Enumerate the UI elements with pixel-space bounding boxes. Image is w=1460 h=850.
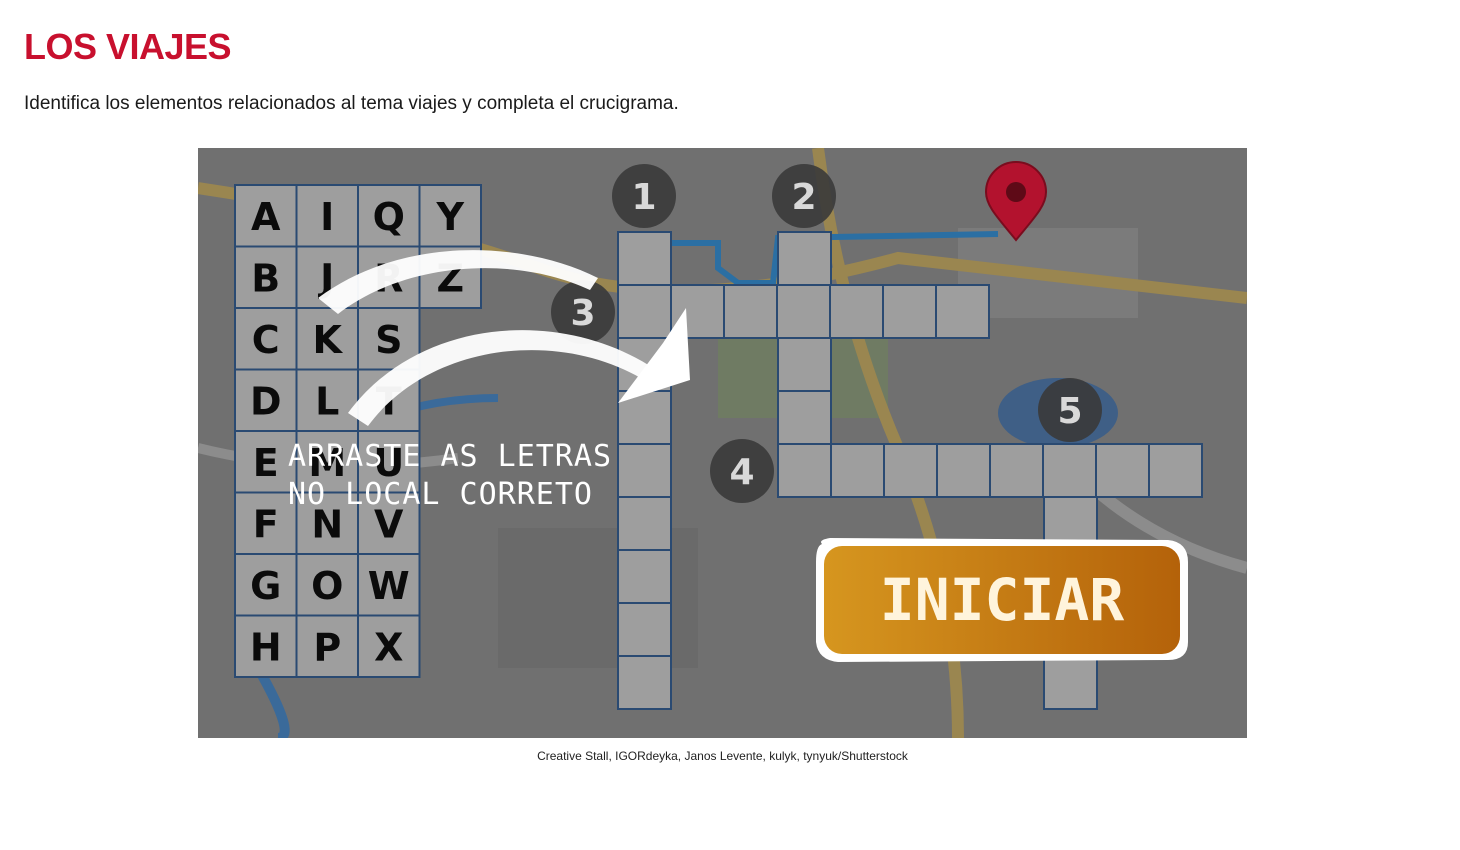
letter-tile[interactable]: Y [418, 184, 482, 248]
page-title: LOS VIAJES [24, 26, 232, 67]
crossword-cell[interactable] [617, 231, 672, 286]
crossword-cell[interactable] [617, 496, 672, 551]
hint-text-line2: NO LOCAL CORRETO [288, 477, 593, 512]
crossword-cell[interactable] [1148, 443, 1203, 498]
crossword-cell[interactable] [777, 443, 832, 498]
crossword-cell[interactable] [935, 284, 990, 339]
letter-tile[interactable]: H [234, 614, 298, 678]
crossword-cell[interactable] [1095, 443, 1150, 498]
letter-tile[interactable]: D [234, 368, 298, 432]
letter-tile-label: X [374, 625, 403, 669]
crossword-cell[interactable] [776, 284, 831, 339]
letter-tile-label: S [375, 318, 402, 362]
hint-text-line1: ARRASTE AS LETRAS [288, 439, 612, 474]
crossword-cell[interactable] [989, 443, 1044, 498]
letter-tile-label: D [250, 379, 282, 423]
letter-tile[interactable]: I [295, 184, 359, 248]
letter-tile-label: Q [373, 195, 405, 239]
clue-number-label: 1 [631, 177, 656, 218]
instruction-text: Identifica los elementos relacionados al… [24, 93, 679, 114]
crossword-cell[interactable] [617, 549, 672, 604]
letter-tile[interactable]: B [234, 245, 298, 309]
crossword-cell[interactable] [777, 231, 832, 286]
clue-number-label: 5 [1057, 391, 1082, 432]
clue-number-5: 5 [1038, 378, 1102, 442]
crossword-cell[interactable] [723, 284, 778, 339]
letter-tile[interactable]: L [295, 368, 359, 432]
crossword-cell[interactable] [883, 443, 938, 498]
crossword-cell[interactable] [777, 390, 832, 445]
letter-tile[interactable]: C [234, 307, 298, 371]
letter-tile[interactable]: X [357, 614, 421, 678]
clue-number-2: 2 [772, 164, 836, 228]
crossword-cell[interactable] [617, 602, 672, 657]
letter-tile-label: I [320, 195, 334, 239]
letter-tile-label: A [251, 195, 281, 239]
letter-tile[interactable]: W [357, 553, 421, 617]
letter-tile[interactable]: K [295, 307, 359, 371]
letter-tile-label: K [313, 318, 344, 362]
clue-number-label: 2 [791, 177, 816, 218]
crossword-cell[interactable] [882, 284, 937, 339]
clue-number-1: 1 [612, 164, 676, 228]
letter-tile-label: W [368, 564, 410, 608]
crossword-cell[interactable] [936, 443, 991, 498]
letter-tile[interactable]: G [234, 553, 298, 617]
crossword-cell[interactable] [830, 443, 885, 498]
start-button[interactable]: INICIAR [816, 538, 1188, 662]
image-credit: Creative Stall, IGORdeyka, Janos Levente… [537, 749, 908, 763]
crossword-cell[interactable] [1042, 443, 1097, 498]
crossword-cell[interactable] [829, 284, 884, 339]
letter-tile-label: Y [435, 195, 464, 239]
letter-tile-label: H [250, 625, 282, 669]
letter-tile-label: P [313, 625, 341, 669]
clue-number-label: 3 [570, 293, 595, 334]
clue-number-4: 4 [710, 439, 774, 503]
letter-tile-label: F [253, 502, 279, 546]
crossword-cell[interactable] [1043, 655, 1098, 710]
letter-tile-label: B [251, 256, 280, 300]
letter-tile-label: L [315, 379, 339, 423]
letter-tile-label: O [311, 564, 343, 608]
letter-tile-label: C [252, 318, 280, 362]
clue-number-label: 4 [729, 452, 754, 493]
letter-tile[interactable]: Q [357, 184, 421, 248]
crossword-cell[interactable] [777, 337, 832, 392]
letter-tile[interactable]: O [295, 553, 359, 617]
letter-tile[interactable]: P [295, 614, 359, 678]
crossword-cell[interactable] [617, 284, 672, 339]
crossword-game: AIQYBJRZCKSDLTEMUFNVGOWHPX 12345 ARRASTE… [198, 148, 1247, 738]
crossword-cell[interactable] [617, 443, 672, 498]
letter-tile-label: G [250, 564, 281, 608]
start-button-label: INICIAR [880, 566, 1125, 634]
letter-tile[interactable]: A [234, 184, 298, 248]
letter-tile-label: E [253, 441, 279, 485]
crossword-cell[interactable] [617, 655, 672, 710]
